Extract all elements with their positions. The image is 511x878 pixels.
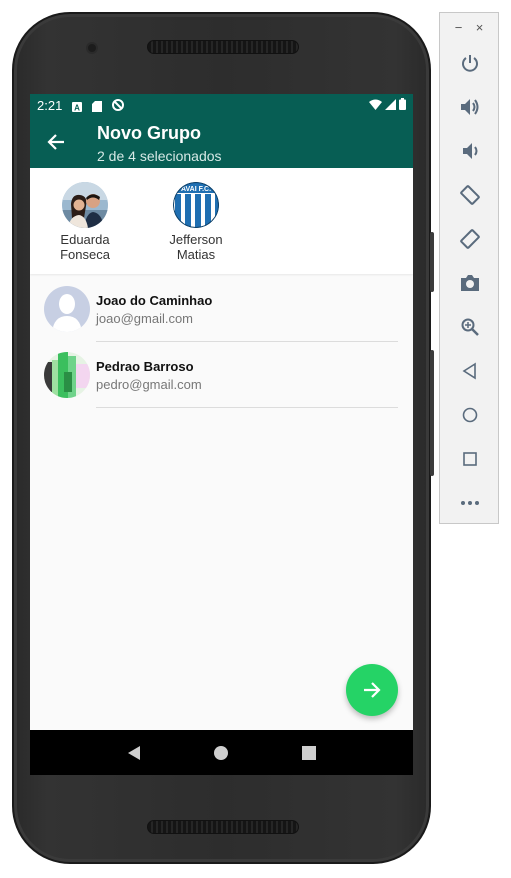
triangle-back-icon bbox=[127, 745, 140, 760]
nav-home-button[interactable] bbox=[209, 741, 233, 765]
square-overview-icon bbox=[302, 745, 317, 760]
nav-overview-button[interactable] bbox=[297, 741, 321, 765]
avatar bbox=[62, 182, 108, 228]
selected-member-jefferson[interactable]: AVAI F.C. Jefferson Matias bbox=[151, 182, 241, 262]
avatar bbox=[44, 352, 90, 398]
overview-button[interactable] bbox=[440, 437, 500, 481]
window-controls: − × bbox=[440, 13, 498, 41]
zoom-icon bbox=[461, 318, 479, 336]
back-button[interactable] bbox=[440, 349, 500, 393]
android-nav-bar bbox=[30, 730, 413, 775]
volume-side-button bbox=[430, 232, 434, 292]
more-icon bbox=[461, 501, 479, 505]
camera-icon bbox=[461, 275, 479, 291]
page-title: Novo Grupo bbox=[97, 123, 201, 143]
nav-back-button[interactable] bbox=[122, 741, 146, 765]
wifi-icon bbox=[369, 98, 382, 113]
contact-name: Pedrao Barroso bbox=[96, 359, 194, 374]
contact-row[interactable]: Pedrao Barroso pedro@gmail.com bbox=[30, 342, 413, 408]
power-icon bbox=[462, 55, 478, 72]
rotate-right-button[interactable] bbox=[440, 217, 500, 261]
notification-a-icon: A bbox=[72, 100, 83, 113]
battery-icon bbox=[399, 97, 406, 113]
volume-up-button[interactable] bbox=[440, 85, 500, 129]
overview-icon bbox=[463, 452, 477, 466]
power-side-button bbox=[430, 350, 434, 476]
selected-members-strip: Eduarda Fonseca AVAI F.C. Jefferson Mati… bbox=[30, 168, 413, 274]
emulator-toolbar: − × bbox=[439, 12, 499, 524]
contact-email: pedro@gmail.com bbox=[96, 377, 202, 392]
volume-up-icon bbox=[461, 99, 479, 115]
last-name: Matias bbox=[176, 247, 216, 262]
bottom-speaker-grille bbox=[147, 820, 299, 834]
svg-text:A: A bbox=[74, 104, 80, 113]
contact-row[interactable]: Joao do Caminhao joao@gmail.com bbox=[30, 276, 413, 342]
home-icon bbox=[462, 407, 478, 423]
row-divider bbox=[96, 407, 398, 408]
power-button[interactable] bbox=[440, 41, 500, 85]
avai-fc-crest: AVAI F.C. bbox=[173, 182, 219, 228]
screenshot-button[interactable] bbox=[440, 261, 500, 305]
selected-member-eduarda[interactable]: Eduarda Fonseca bbox=[40, 182, 130, 262]
minimize-button[interactable]: − bbox=[455, 20, 463, 35]
first-name: Eduarda bbox=[60, 232, 110, 247]
arrow-left-icon bbox=[47, 134, 64, 150]
zoom-button[interactable] bbox=[440, 305, 500, 349]
back-arrow-button[interactable] bbox=[44, 130, 68, 154]
rotate-left-button[interactable] bbox=[440, 173, 500, 217]
volume-down-icon bbox=[463, 143, 478, 159]
last-name: Fonseca bbox=[60, 247, 110, 262]
selection-count: 2 de 4 selecionados bbox=[97, 148, 222, 164]
top-speaker-grille bbox=[147, 40, 299, 54]
back-icon bbox=[462, 362, 476, 380]
emulator-stage: 2:21 A Novo Grupo 2 de 4 selecionados Ed… bbox=[0, 0, 511, 878]
circle-home-icon bbox=[214, 745, 229, 760]
data-saver-icon bbox=[112, 99, 125, 111]
more-button[interactable] bbox=[440, 481, 500, 525]
front-camera bbox=[86, 42, 98, 54]
first-name: Jefferson bbox=[169, 232, 223, 247]
volume-down-button[interactable] bbox=[440, 129, 500, 173]
app-bar: Novo Grupo 2 de 4 selecionados bbox=[30, 116, 413, 168]
crest-text: AVAI F.C. bbox=[181, 186, 211, 193]
rotate-left-icon bbox=[460, 185, 480, 205]
contact-email: joao@gmail.com bbox=[96, 311, 194, 326]
status-time: 2:21 bbox=[37, 97, 63, 113]
contact-name: Joao do Caminhao bbox=[96, 293, 213, 308]
default-avatar-icon bbox=[44, 286, 90, 332]
selected-member-name: Eduarda Fonseca bbox=[40, 232, 130, 262]
sd-card-icon bbox=[92, 100, 103, 112]
rotate-right-icon bbox=[460, 229, 480, 249]
arrow-right-icon bbox=[364, 682, 381, 698]
close-button[interactable]: × bbox=[476, 20, 484, 35]
next-fab-button[interactable] bbox=[346, 664, 398, 716]
signal-icon bbox=[385, 98, 396, 113]
status-bar: 2:21 A bbox=[30, 94, 413, 116]
phone-screen: 2:21 A Novo Grupo 2 de 4 selecionados Ed… bbox=[30, 94, 413, 775]
selected-member-name: Jefferson Matias bbox=[151, 232, 241, 262]
home-button[interactable] bbox=[440, 393, 500, 437]
